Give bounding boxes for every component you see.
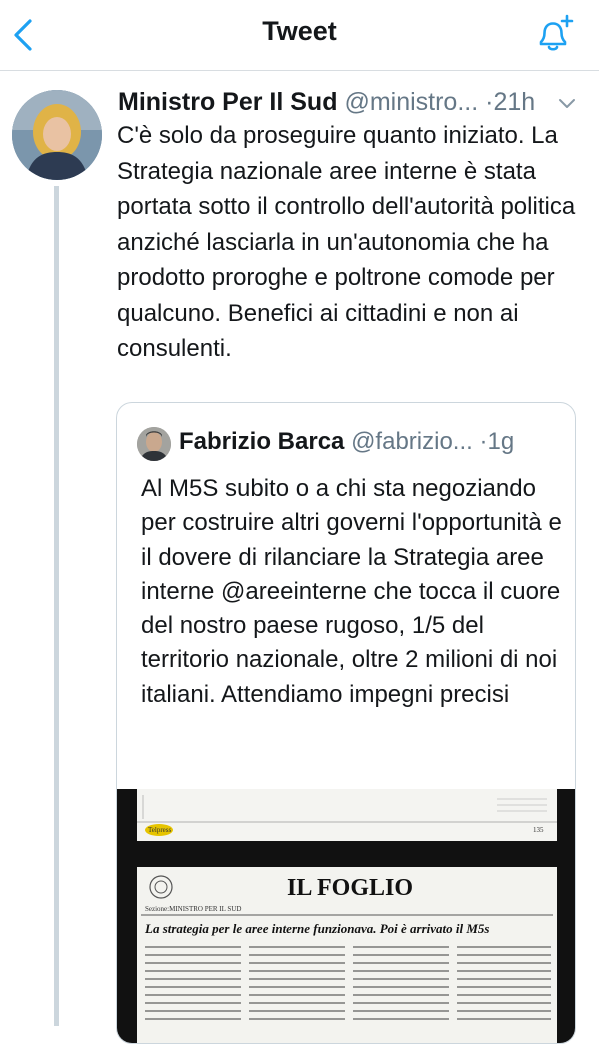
clipping-page-label: 135 [533, 826, 544, 834]
tweet-text: C'è solo da proseguire quanto iniziato. … [117, 122, 576, 362]
notifications-button[interactable] [528, 10, 578, 60]
clipping-text-columns [145, 946, 551, 1020]
quoted-author-handle: @fabrizio... [351, 428, 473, 455]
clipping-logo-text: Telpress [148, 826, 172, 834]
tweet-menu-button[interactable] [555, 92, 579, 116]
bell-plus-icon [539, 14, 574, 51]
emblem-icon [149, 875, 173, 899]
tweet-time: 21h [493, 88, 536, 116]
clipping-divider [141, 914, 553, 916]
author-avatar[interactable] [12, 90, 102, 180]
avatar-image [12, 90, 102, 180]
tweet-header: Ministro Per Il Sud @ministro... ·21h [118, 88, 588, 120]
quoted-author-avatar [137, 427, 171, 461]
clipping-page-top: Telpress 135 [137, 789, 557, 841]
quoted-tweet-card[interactable]: Fabrizio Barca @fabrizio... ·1g Al M5S s… [116, 402, 576, 1044]
thread-line [54, 186, 59, 1026]
quoted-tweet-text: Al M5S subito o a chi sta negoziando per… [141, 475, 562, 708]
newspaper-name: IL FOGLIO [287, 875, 414, 901]
page-title: Tweet [262, 16, 337, 46]
author-name[interactable]: Ministro Per Il Sud [118, 88, 337, 116]
clipping-lines [137, 795, 557, 836]
clipping-headline: La strategia per le aree interne funzion… [145, 921, 490, 936]
avatar-image [137, 427, 171, 461]
quoted-tweet-header: Fabrizio Barca @fabrizio... ·1g [179, 428, 569, 456]
quoted-author-name: Fabrizio Barca [179, 428, 345, 455]
clipping-page-article: IL FOGLIO Sezione:MINISTRO PER IL SUD La… [137, 867, 557, 1043]
attached-clipping-image[interactable]: Telpress 135 IL FOGLIO Sezione:MINISTRO … [117, 789, 575, 1043]
chevron-down-icon [559, 99, 575, 108]
top-bar: Tweet [0, 0, 599, 71]
quoted-tweet-time: 1g [487, 428, 515, 455]
author-handle[interactable]: @ministro... [344, 88, 478, 116]
